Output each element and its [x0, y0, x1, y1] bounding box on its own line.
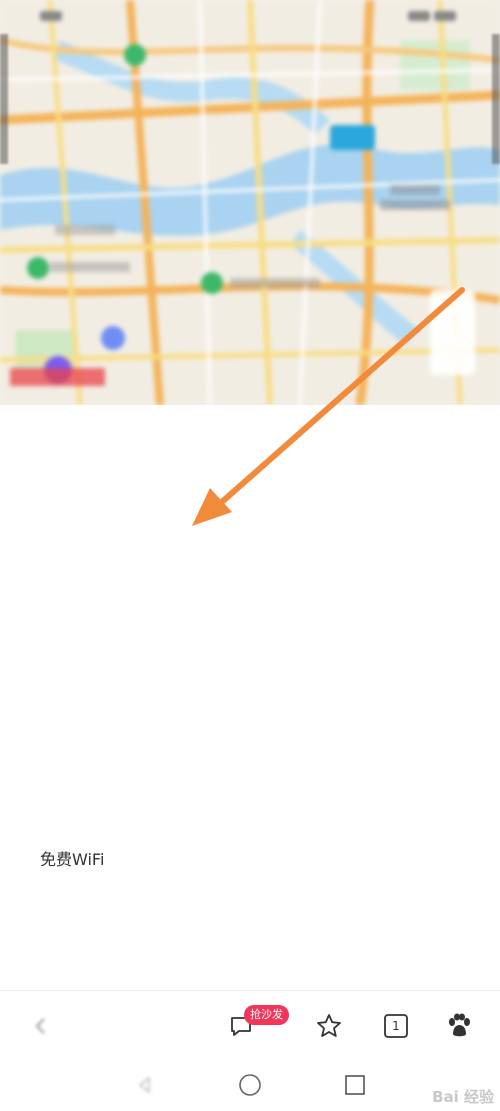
map-canvas — [0, 0, 500, 405]
nav-recent-icon — [345, 1075, 365, 1095]
tab-count: 1 — [392, 1019, 400, 1033]
nav-home-icon — [239, 1074, 261, 1096]
nav-recent-button[interactable] — [340, 1070, 370, 1100]
paw-icon — [449, 1013, 470, 1037]
nav-home-button[interactable] — [235, 1070, 265, 1100]
map-edge-right — [492, 34, 500, 164]
nav-back-icon — [138, 1076, 150, 1094]
back-button[interactable] — [24, 1009, 58, 1043]
map-view[interactable] — [0, 0, 500, 405]
system-nav-bar: Bai 经验 — [0, 1060, 500, 1111]
nav-back-button[interactable] — [130, 1070, 160, 1100]
signal-icon — [40, 10, 66, 25]
watermark: Bai 经验 — [432, 1088, 494, 1106]
comment-badge: 抢沙发 — [244, 1005, 289, 1025]
status-bar — [0, 0, 500, 34]
battery-icon — [408, 10, 460, 25]
back-icon — [35, 1018, 45, 1034]
services-line-2: 免费WiFi — [40, 847, 470, 873]
tabs-button[interactable]: 1 — [379, 1009, 413, 1043]
star-icon — [317, 1014, 341, 1037]
favorite-button[interactable] — [312, 1009, 346, 1043]
services-wifi: 免费WiFi — [40, 850, 105, 869]
map-edge-left — [0, 34, 8, 164]
services-value: 免费WiFi — [40, 847, 470, 873]
browser-toolbar: 抢沙发 1 — [0, 990, 500, 1060]
place-details: 免费WiFi — [0, 405, 500, 985]
baidu-button[interactable] — [442, 1009, 476, 1043]
